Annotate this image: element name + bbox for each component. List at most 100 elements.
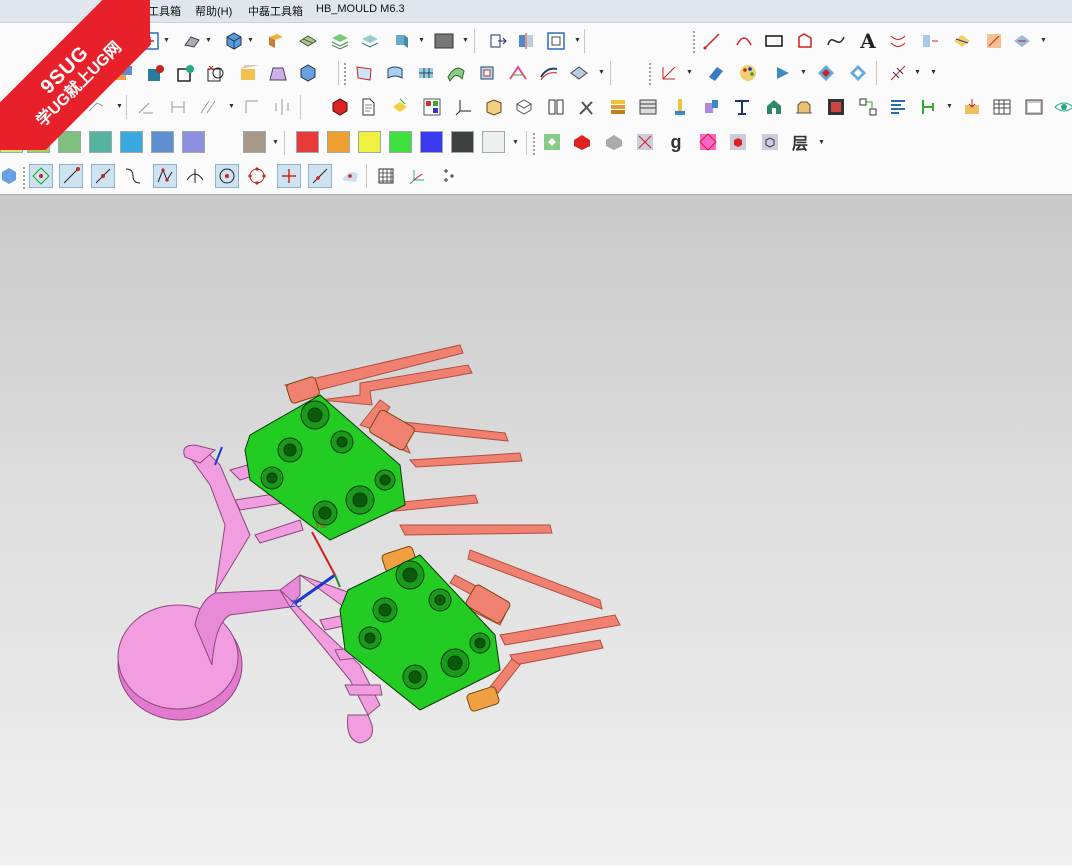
grid-diamond-icon[interactable]: [696, 130, 720, 154]
snap-tangent-icon[interactable]: [183, 164, 207, 188]
edge-blend-icon[interactable]: [236, 61, 260, 85]
diamond-icon[interactable]: [814, 61, 838, 85]
color-swatch-white[interactable]: [482, 131, 505, 153]
diamond-alt-icon[interactable]: [846, 61, 870, 85]
snap-arrow-icon[interactable]: [772, 61, 796, 85]
snap-center-icon[interactable]: [215, 164, 239, 188]
pocket-icon[interactable]: [792, 95, 816, 119]
snap-control-point-icon[interactable]: [121, 164, 145, 188]
sew-icon[interactable]: [567, 61, 591, 85]
project-curve-icon[interactable]: [918, 29, 942, 53]
menu-zhonglei-toolbox[interactable]: 中磊工具箱: [248, 3, 303, 19]
orient-view-icon[interactable]: [264, 29, 288, 53]
arc-icon[interactable]: [732, 29, 756, 53]
color-swatch-8[interactable]: [243, 131, 266, 153]
draft-icon[interactable]: [266, 61, 290, 85]
eye-icon[interactable]: [1052, 95, 1072, 119]
ejector-pin-icon[interactable]: [668, 95, 692, 119]
color-swatch-orange[interactable]: [327, 131, 350, 153]
snap-intersection-icon[interactable]: [153, 164, 177, 188]
mold-model[interactable]: ZC YC: [0, 195, 1072, 865]
block-shade-icon[interactable]: [824, 95, 848, 119]
mold-stack-icon[interactable]: [606, 95, 630, 119]
connect-icon[interactable]: [856, 95, 880, 119]
point-icon[interactable]: [657, 61, 681, 85]
lifter-icon[interactable]: [730, 95, 754, 119]
datum-plane-icon[interactable]: [704, 61, 728, 85]
plate-icon[interactable]: [636, 95, 660, 119]
snap-point-icon[interactable]: [29, 164, 53, 188]
bridge-surface-icon[interactable]: [506, 61, 530, 85]
tools-icon[interactable]: [575, 95, 599, 119]
window-icon[interactable]: [1022, 95, 1046, 119]
n-sided-surface-icon[interactable]: [475, 61, 499, 85]
insert-icon[interactable]: [960, 95, 984, 119]
extract-curve-icon[interactable]: [982, 29, 1006, 53]
move-component-icon[interactable]: [486, 29, 510, 53]
zoom-window-icon[interactable]: [544, 29, 568, 53]
color-swatch-4[interactable]: [89, 131, 112, 153]
trim-body-icon[interactable]: [204, 61, 228, 85]
mesh-surface-icon[interactable]: [414, 61, 438, 85]
snap-cube-icon[interactable]: [0, 164, 24, 188]
offset-curve-icon[interactable]: [886, 29, 910, 53]
color-swatch-green[interactable]: [389, 131, 412, 153]
layers-stack-icon[interactable]: [328, 29, 352, 53]
table-icon[interactable]: [990, 95, 1014, 119]
color-swatch-dark[interactable]: [451, 131, 474, 153]
wire-cube-icon[interactable]: [758, 130, 782, 154]
color-swatch-3[interactable]: [58, 131, 81, 153]
sketch-rotate-icon[interactable]: [84, 95, 108, 119]
boolean-intersect-icon[interactable]: [174, 61, 198, 85]
rectangle-icon[interactable]: [762, 29, 786, 53]
menu-hb-mould[interactable]: HB_MOULD M6.3: [316, 3, 405, 15]
snap-midpoint-icon[interactable]: [91, 164, 115, 188]
assembly-grid-icon[interactable]: [420, 95, 444, 119]
gate-icon[interactable]: [916, 95, 940, 119]
section-view-icon[interactable]: [296, 29, 320, 53]
render-style-icon[interactable]: [180, 29, 204, 53]
part-red-block-icon[interactable]: [328, 95, 352, 119]
color-swatch-yellow[interactable]: [358, 131, 381, 153]
layer-icon[interactable]: 层: [788, 130, 812, 154]
line-icon[interactable]: [700, 29, 724, 53]
hide-cross-icon[interactable]: [633, 130, 657, 154]
menu-help[interactable]: 帮助(H): [195, 3, 232, 19]
four-point-surface-icon[interactable]: [352, 61, 376, 85]
hide-red-icon[interactable]: [570, 130, 594, 154]
color-swatch-red[interactable]: [296, 131, 319, 153]
mirror-icon[interactable]: [514, 29, 538, 53]
background-color-icon[interactable]: [432, 29, 456, 53]
cooling-icon[interactable]: [762, 95, 786, 119]
snap-quadrant-icon[interactable]: [245, 164, 269, 188]
snap-endpoint-icon[interactable]: [59, 164, 83, 188]
grid-icon[interactable]: [374, 164, 398, 188]
slider-icon[interactable]: [700, 95, 724, 119]
point-set-icon[interactable]: [437, 164, 461, 188]
show-all-icon[interactable]: [540, 130, 564, 154]
view-triad-icon[interactable]: [390, 29, 414, 53]
menu-toolbox[interactable]: 工具箱: [148, 3, 181, 19]
swept-surface-icon[interactable]: [444, 61, 468, 85]
color-swatch-6[interactable]: [151, 131, 174, 153]
edit-part-icon[interactable]: [388, 95, 412, 119]
intersect-curve-icon[interactable]: [950, 29, 974, 53]
sketch-offset-icon[interactable]: [240, 95, 264, 119]
hide-gray-icon[interactable]: [602, 130, 626, 154]
color-swatch-blue[interactable]: [420, 131, 443, 153]
g-icon[interactable]: g: [664, 130, 688, 154]
boolean-subtract-icon[interactable]: [144, 61, 168, 85]
boolean-unite-icon[interactable]: [112, 61, 136, 85]
bom-icon[interactable]: [886, 95, 910, 119]
extrude-icon[interactable]: [86, 61, 110, 85]
palette-icon[interactable]: [736, 61, 760, 85]
dimension-icon[interactable]: [886, 61, 910, 85]
through-curves-icon[interactable]: [383, 61, 407, 85]
offset-surface-icon[interactable]: [537, 61, 561, 85]
text-icon[interactable]: A: [856, 29, 880, 53]
red-cube-icon[interactable]: [726, 130, 750, 154]
hollow-box-icon[interactable]: [512, 95, 536, 119]
stack-view-icon[interactable]: [358, 29, 382, 53]
color-swatch-7[interactable]: [182, 131, 205, 153]
document-icon[interactable]: [356, 95, 380, 119]
